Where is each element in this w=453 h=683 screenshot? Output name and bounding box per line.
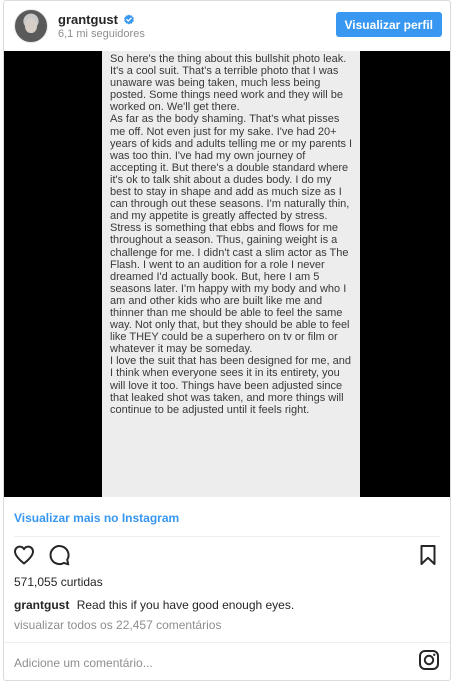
caption: grantgust Read this if you have good eno… [14,598,294,612]
bookmark-icon[interactable] [416,543,440,567]
comment-input[interactable] [14,654,394,672]
divider [14,536,440,537]
post-header: grantgust 6,1 mi seguidores Visualizar p… [4,1,450,51]
heart-icon[interactable] [12,543,36,567]
comment-icon[interactable] [47,543,71,567]
caption-text: Read this if you have good enough eyes. [76,598,295,612]
divider [4,642,450,643]
view-more-on-instagram-link[interactable]: Visualizar mais no Instagram [14,511,179,525]
username-row: grantgust [58,12,135,27]
action-bar [4,541,450,569]
post-image[interactable]: So here's the thing about this bullshit … [4,51,450,497]
notes-text: So here's the thing about this bullshit … [110,53,353,416]
follower-count: 6,1 mi seguidores [58,28,145,40]
instagram-embed-card: grantgust 6,1 mi seguidores Visualizar p… [3,0,451,681]
avatar[interactable] [14,9,48,43]
username-link[interactable]: grantgust [58,12,118,27]
verified-badge-icon [123,14,135,26]
instagram-logo-icon[interactable] [418,649,440,671]
likes-count[interactable]: 571,055 curtidas [14,575,103,589]
view-all-comments-link[interactable]: visualizar todos os 22,457 comentários [14,618,221,632]
view-profile-button[interactable]: Visualizar perfil [335,12,442,37]
notes-screenshot: So here's the thing about this bullshit … [102,51,360,497]
caption-username[interactable]: grantgust [14,598,69,612]
avatar-face [25,18,37,33]
